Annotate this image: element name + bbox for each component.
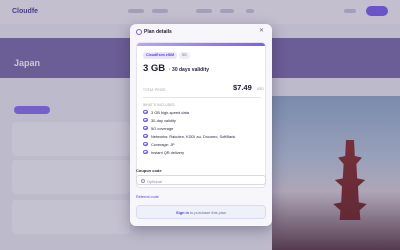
feature-text: Instant QR delivery	[151, 149, 185, 155]
check-icon	[143, 125, 148, 130]
modal-title: Plan details	[144, 29, 172, 35]
check-icon	[143, 149, 148, 154]
included-label: WHAT'S INCLUDED	[143, 103, 176, 107]
coupon-input[interactable]: Optional	[136, 175, 266, 185]
price: $7.49	[233, 83, 252, 92]
feature-text: Coverage: JP	[151, 141, 175, 147]
plan-details-modal: Plan details ✕ CloudEsim eSIM 5G 3 GB · …	[130, 24, 272, 226]
feature-text: 3 GB high-speed data	[151, 109, 189, 115]
coupon-placeholder: Optional	[147, 178, 162, 184]
close-icon[interactable]: ✕	[259, 27, 264, 34]
feature-text: Networks: Rakuten, KDDI au, Docomo, Soft…	[151, 133, 236, 139]
price-label: TOTAL PRICE	[143, 88, 166, 92]
tag-icon	[141, 179, 145, 183]
currency: USD	[257, 87, 264, 91]
validity-text: · 30 days validity	[169, 67, 210, 73]
check-icon	[143, 109, 148, 114]
modal-header: Plan details ✕	[130, 24, 272, 40]
network-chip: 5G	[179, 52, 190, 59]
card-accent-bar	[137, 43, 265, 46]
signin-prompt: Sign in to purchase this plan	[136, 205, 266, 219]
plan-summary-card: CloudEsim eSIM 5G 3 GB · 30 days validit…	[136, 42, 266, 188]
check-icon	[143, 117, 148, 122]
check-icon	[143, 133, 148, 138]
referral-code-link[interactable]: Referral code	[136, 195, 159, 199]
check-icon	[143, 141, 148, 146]
divider	[143, 97, 261, 98]
brand-chip: CloudEsim eSIM	[143, 52, 178, 59]
feature-text: 30-day validity	[151, 117, 176, 123]
signin-link[interactable]: Sign in	[176, 210, 189, 215]
plan-icon	[136, 29, 142, 35]
signin-text: to purchase this plan	[188, 210, 226, 215]
feature-text: 5G coverage	[151, 125, 174, 131]
coupon-label: Coupon code	[136, 168, 162, 173]
data-amount: 3 GB	[143, 63, 166, 74]
